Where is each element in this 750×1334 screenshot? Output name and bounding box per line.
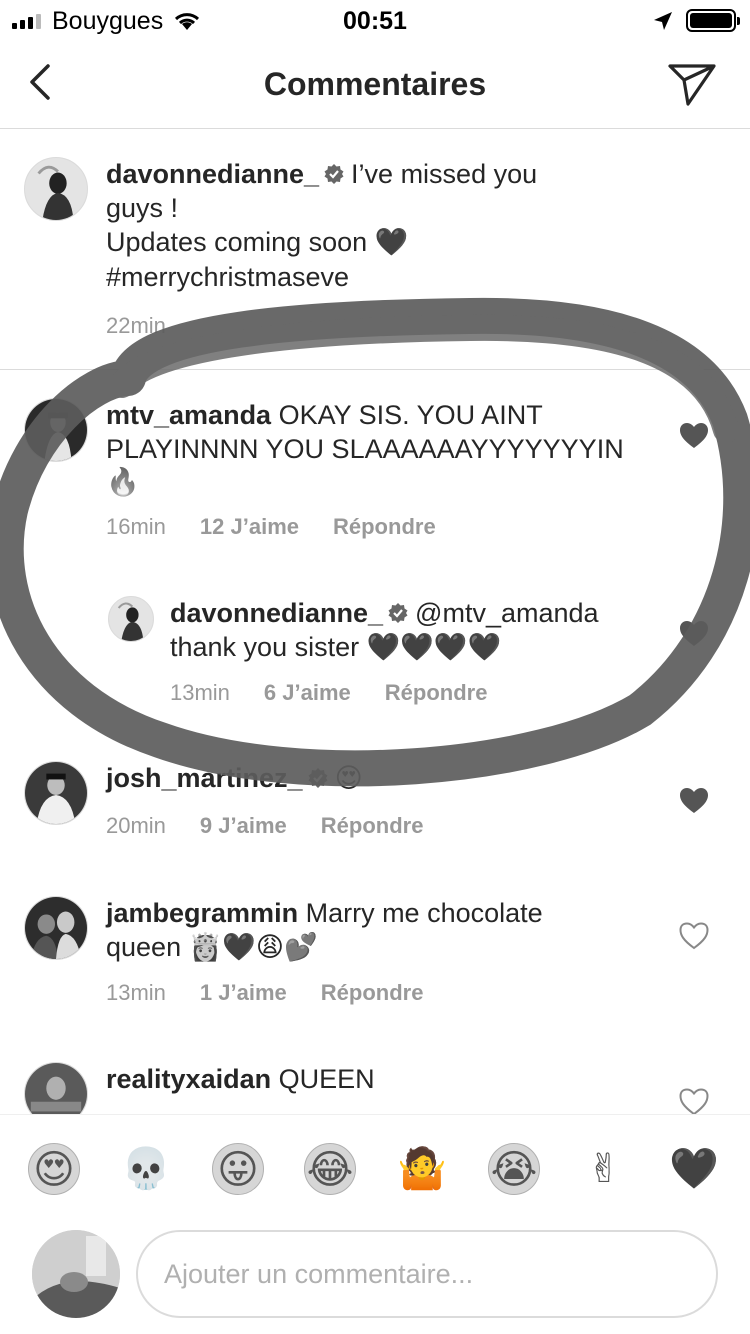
- comment-text: OKAY SIS. YOU AINT: [278, 400, 543, 430]
- comment-username[interactable]: realityxaidan: [106, 1064, 271, 1094]
- tears-of-joy-emoji-button[interactable]: 😂: [304, 1143, 356, 1195]
- comment-timestamp: 13min: [170, 680, 230, 705]
- heart-filled-icon[interactable]: [679, 620, 709, 648]
- black-heart-emoji-button[interactable]: 🖤: [668, 1143, 720, 1195]
- emoji-quick-bar: 😍 💀 😛 😂 🤷 😭 ✌ 🖤: [0, 1114, 750, 1222]
- comment-username[interactable]: mtv_amanda: [106, 400, 271, 430]
- current-user-avatar: [32, 1230, 120, 1318]
- comment-text: QUEEN: [278, 1064, 375, 1094]
- page-title: Commentaires: [263, 66, 487, 102]
- crying-emoji-button[interactable]: 😭: [488, 1143, 540, 1195]
- avatar[interactable]: [24, 1062, 88, 1114]
- avatar[interactable]: [24, 896, 88, 960]
- heart-filled-icon[interactable]: [679, 422, 709, 450]
- battery-icon: [686, 9, 740, 32]
- comment-timestamp: 20min: [106, 813, 166, 838]
- comment-timestamp: 16min: [106, 514, 166, 539]
- direct-send-icon[interactable]: [666, 60, 718, 108]
- heart-eyes-emoji: 😍: [334, 763, 363, 794]
- comment-username[interactable]: jambegrammin: [106, 898, 298, 928]
- clock: 00:51: [343, 7, 407, 35]
- comment-timestamp: 22min: [106, 313, 166, 338]
- fire-emoji: 🔥: [106, 467, 140, 498]
- verified-badge-icon: [388, 603, 408, 623]
- comment-username[interactable]: davonnedianne_: [106, 159, 319, 189]
- heart-eyes-emoji-button[interactable]: 😍: [28, 1143, 80, 1195]
- comment-item: mtv_amanda OKAY SIS. YOU AINT PLAYINNNN …: [0, 370, 750, 550]
- heart-outline-icon[interactable]: [679, 1088, 709, 1114]
- location-arrow-icon: [654, 12, 672, 30]
- reply-button[interactable]: Répondre: [385, 680, 488, 706]
- comment-timestamp: 13min: [106, 980, 166, 1005]
- caption-text-line3: Updates coming soon: [106, 227, 368, 257]
- queen-hearts-emoji: 👸🖤😩💕: [188, 932, 318, 963]
- likes-count[interactable]: 12 J’aime: [200, 514, 299, 540]
- mention-link[interactable]: @mtv_amanda: [415, 598, 599, 628]
- shrug-emoji-button[interactable]: 🤷: [396, 1143, 448, 1195]
- likes-count[interactable]: 9 J’aime: [200, 813, 287, 839]
- post-caption: davonnedianne_ I’ve missed you guys ! Upd…: [0, 129, 750, 369]
- comment-username[interactable]: davonnedianne_: [170, 598, 383, 628]
- comment-item: realityxaidan QUEEN: [0, 1046, 750, 1114]
- comment-item: jambegrammin Marry me chocolate queen 👸🖤…: [0, 880, 750, 1040]
- avatar[interactable]: [24, 761, 88, 825]
- caption-text-line2: guys !: [106, 193, 179, 223]
- likes-count[interactable]: 1 J’aime: [200, 980, 287, 1006]
- reply-button[interactable]: Répondre: [321, 980, 424, 1006]
- heart-filled-icon[interactable]: [679, 787, 709, 815]
- avatar[interactable]: [24, 157, 88, 221]
- comment-item: josh_martinez_ 😍 20min 9 J’aime Répondre: [0, 745, 750, 875]
- avatar[interactable]: [24, 398, 88, 462]
- verified-badge-icon: [324, 164, 344, 184]
- heart-outline-icon[interactable]: [679, 922, 709, 950]
- victory-hand-emoji-button[interactable]: ✌: [578, 1143, 630, 1195]
- status-bar: Bouygues 00:51: [0, 0, 750, 40]
- comment-username[interactable]: josh_martinez_: [106, 763, 303, 793]
- black-hearts-emoji: 🖤🖤🖤🖤: [366, 632, 502, 663]
- caption-hashtag[interactable]: #merrychristmaseve: [106, 260, 666, 294]
- comment-text: thank you sister: [170, 632, 360, 662]
- likes-count[interactable]: 6 J’aime: [264, 680, 351, 706]
- comment-text-line2: PLAYINNNN YOU SLAAAAAAYYYYYYYIN: [106, 434, 624, 464]
- avatar[interactable]: [108, 596, 154, 642]
- reply-button[interactable]: Répondre: [321, 813, 424, 839]
- caption-text-line1: I’ve missed you: [351, 159, 538, 189]
- skull-emoji-button[interactable]: 💀: [120, 1143, 172, 1195]
- comment-text-line2: queen: [106, 932, 182, 962]
- tongue-emoji-button[interactable]: 😛: [212, 1143, 264, 1195]
- verified-badge-icon: [308, 768, 328, 788]
- comment-text: Marry me chocolate: [305, 898, 543, 928]
- nav-bar: Commentaires: [0, 40, 750, 129]
- reply-comment-item: davonnedianne_ @mtv_amanda thank you sist…: [0, 580, 750, 730]
- comment-input[interactable]: [136, 1230, 718, 1318]
- reply-button[interactable]: Répondre: [333, 514, 436, 540]
- black-heart-emoji: 🖤: [374, 227, 409, 258]
